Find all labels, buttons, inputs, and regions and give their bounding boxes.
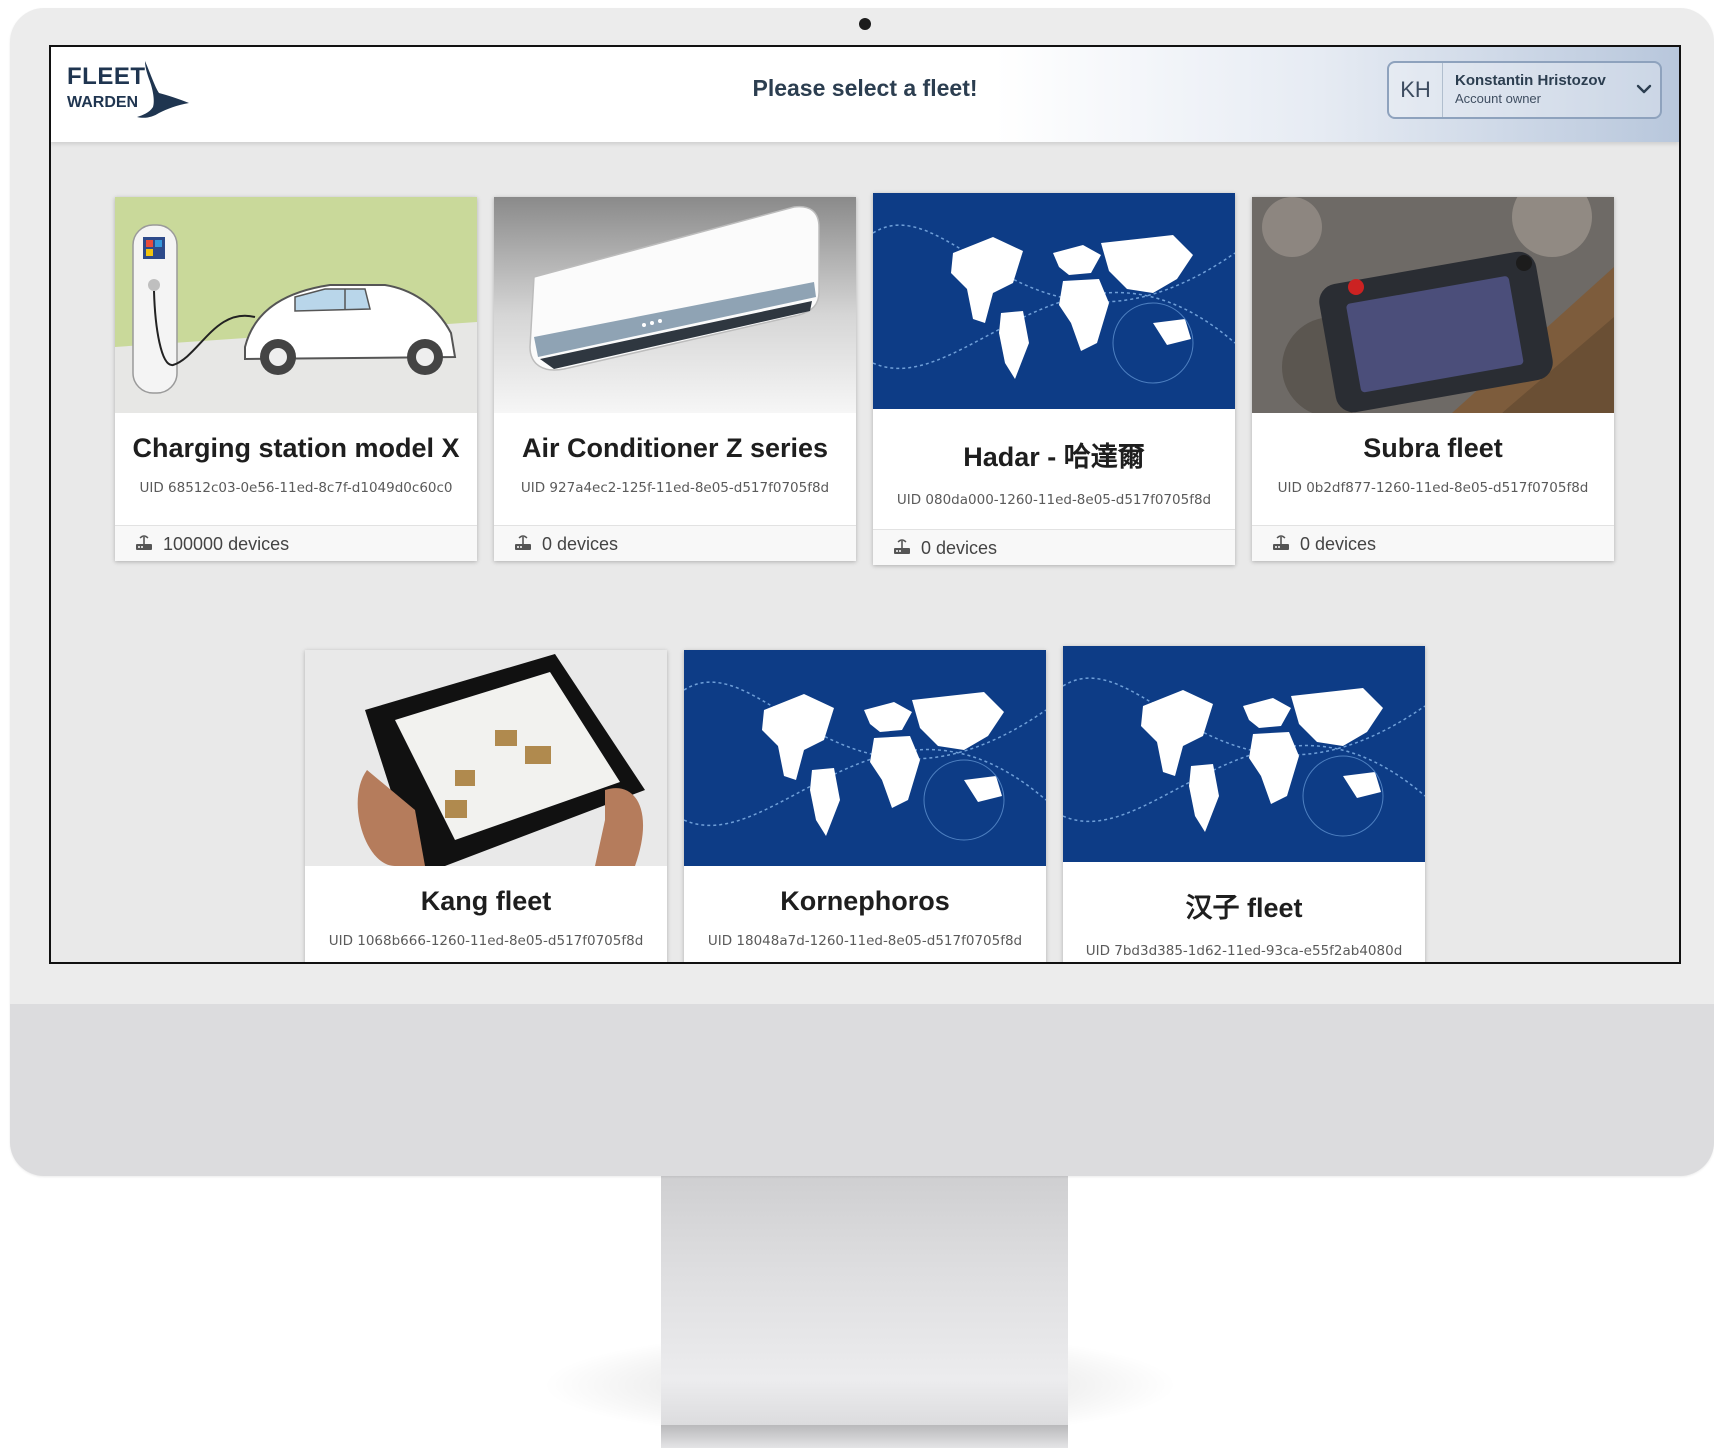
fleet-card[interactable]: Hadar - 哈達爾 UID 080da000-1260-11ed-8e05-… (873, 193, 1235, 565)
router-icon (894, 539, 910, 554)
fleet-name: 汉子 fleet (1185, 893, 1303, 923)
router-icon (136, 535, 152, 550)
fleet-card-footer: 0 devices (1252, 525, 1614, 561)
fleet-card[interactable]: Charging station model X UID 68512c03-0e… (115, 197, 477, 561)
account-role: Account owner (1455, 91, 1541, 106)
monitor-stand-foot (661, 1425, 1068, 1448)
account-name: Konstantin Hristozov (1455, 72, 1606, 89)
fleet-image-world-map (684, 650, 1046, 866)
camera-icon (859, 18, 871, 30)
avatar: KH (1389, 63, 1443, 117)
fleet-card-footer: 100000 devices (115, 525, 477, 561)
fleet-name: Hadar - 哈達爾 (963, 442, 1145, 472)
fleet-uid: UID 927a4ec2-125f-11ed-8e05-d517f0705f8d (520, 480, 830, 496)
fleet-uid: UID 7bd3d385-1d62-11ed-93ca-e55f2ab4080d (1085, 943, 1403, 959)
fleet-name: Air Conditioner Z series (521, 433, 829, 463)
fleet-card[interactable]: 汉子 fleet UID 7bd3d385-1d62-11ed-93ca-e55… (1063, 646, 1425, 962)
device-count: 0 devices (921, 538, 998, 558)
monitor-stand (661, 1176, 1068, 1448)
fleet-name: Charging station model X (132, 433, 460, 463)
device-count: 100000 devices (163, 534, 290, 554)
fleet-image-air-conditioner (494, 197, 856, 413)
app-header: FLEET WARDEN Please select a fleet! KH K… (51, 47, 1679, 142)
chevron-down-icon[interactable] (1635, 80, 1653, 98)
fleet-name: Kang fleet (420, 886, 552, 916)
device-count: 0 devices (1300, 534, 1377, 554)
fleet-image-tablet (305, 650, 667, 866)
fleet-uid: UID 080da000-1260-11ed-8e05-d517f0705f8d (896, 492, 1212, 508)
router-icon (1273, 535, 1289, 550)
monitor-chin (10, 1004, 1714, 1176)
fleet-name: Subra fleet (1363, 433, 1503, 463)
fleet-uid: UID 68512c03-0e56-11ed-8c7f-d1049d0c60c0 (139, 480, 453, 496)
account-menu[interactable]: KH Konstantin Hristozov Account owner (1387, 61, 1662, 119)
fleet-uid: UID 1068b666-1260-11ed-8e05-d517f0705f8d (328, 933, 644, 949)
fleet-uid: UID 18048a7d-1260-11ed-8e05-d517f0705f8d (707, 933, 1023, 949)
fleet-card-footer: 0 devices (494, 525, 856, 561)
fleet-card[interactable]: Air Conditioner Z series UID 927a4ec2-12… (494, 197, 856, 561)
fleet-card[interactable]: Kang fleet UID 1068b666-1260-11ed-8e05-d… (305, 650, 667, 962)
device-count: 0 devices (542, 534, 619, 554)
fleet-card[interactable]: Subra fleet UID 0b2df877-1260-11ed-8e05-… (1252, 197, 1614, 561)
router-icon (515, 535, 531, 550)
fleet-name: Kornephoros (780, 886, 950, 916)
fleet-image-world-map (1063, 646, 1425, 862)
app-screen: FLEET WARDEN Please select a fleet! KH K… (49, 45, 1681, 964)
fleet-card[interactable]: Kornephoros UID 18048a7d-1260-11ed-8e05-… (684, 650, 1046, 962)
fleet-image-drone-controller (1252, 197, 1614, 413)
fleet-image-ev-charging (115, 197, 477, 413)
fleet-uid: UID 0b2df877-1260-11ed-8e05-d517f0705f8d (1277, 480, 1589, 496)
fleet-card-footer: 0 devices (873, 529, 1235, 565)
fleet-image-world-map (873, 193, 1235, 409)
